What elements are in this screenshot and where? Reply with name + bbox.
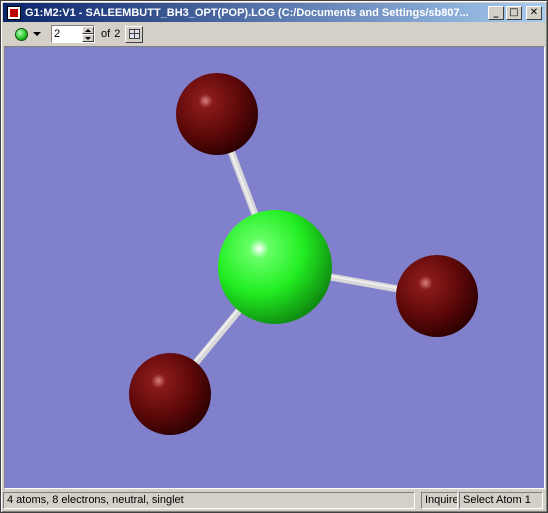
model-total: 2: [114, 28, 121, 40]
resize-grip[interactable]: [543, 491, 545, 510]
status-bar: 4 atoms, 8 electrons, neutral, singlet I…: [3, 491, 546, 510]
selection-status: Select Atom 1: [459, 492, 543, 509]
maximize-icon: □: [509, 6, 519, 18]
model-toolbar: 2 of 2: [3, 23, 545, 45]
terminal-atom-3[interactable]: [129, 353, 211, 435]
molecule-summary: 4 atoms, 8 electrons, neutral, singlet: [3, 492, 415, 509]
arrow-up-icon: [85, 28, 91, 32]
close-icon: ✕: [529, 6, 539, 18]
green-circle-icon: [15, 27, 28, 41]
molecule-viewport[interactable]: [4, 46, 545, 489]
close-button[interactable]: ✕: [526, 5, 542, 20]
spreadsheet-button[interactable]: [125, 25, 144, 43]
model-index-spinbox[interactable]: 2: [51, 25, 95, 43]
arrow-down-icon: [85, 36, 91, 40]
spin-down-button[interactable]: [82, 34, 94, 42]
spin-up-button[interactable]: [82, 26, 94, 34]
of-label: of: [101, 28, 111, 40]
mouse-mode: Inquire: [421, 492, 458, 509]
minimize-button[interactable]: _: [488, 5, 504, 20]
terminal-atom-1[interactable]: [176, 73, 258, 155]
central-atom[interactable]: [218, 210, 332, 324]
model-index-input[interactable]: 2: [52, 26, 82, 42]
minimize-icon: _: [493, 6, 499, 18]
chevron-down-icon: [33, 32, 41, 36]
spreadsheet-icon: [128, 29, 140, 39]
window-title: G1:M2:V1 - SALEEMBUTT_BH3_OPT(POP).LOG (…: [25, 6, 469, 19]
molecule-canvas[interactable]: [5, 47, 544, 488]
title-bar[interactable]: G1:M2:V1 - SALEEMBUTT_BH3_OPT(POP).LOG (…: [3, 3, 545, 22]
app-icon[interactable]: [7, 5, 21, 20]
maximize-button[interactable]: □: [506, 5, 522, 20]
terminal-atom-2[interactable]: [396, 255, 478, 337]
gaussview-window: G1:M2:V1 - SALEEMBUTT_BH3_OPT(POP).LOG (…: [0, 0, 548, 513]
animation-dropdown-button[interactable]: [15, 25, 45, 43]
